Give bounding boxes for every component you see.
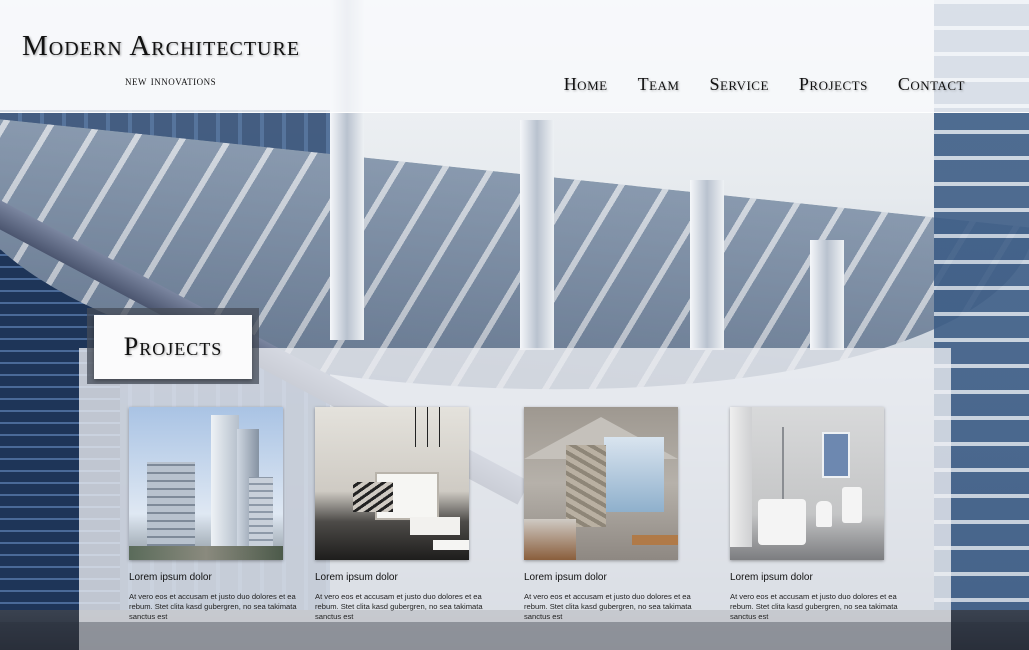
site-subtitle: new innovations: [125, 73, 217, 88]
pillar: [690, 180, 724, 350]
nav-team[interactable]: Team: [638, 74, 680, 95]
nav-contact[interactable]: Contact: [898, 74, 965, 95]
building-shape: [249, 477, 273, 553]
project-image-loft[interactable]: [315, 407, 469, 560]
shower-shape: [782, 427, 784, 499]
project-title[interactable]: Lorem ipsum dolor: [129, 572, 307, 583]
project-title[interactable]: Lorem ipsum dolor: [524, 572, 702, 583]
table-shape: [433, 540, 469, 550]
project-image-towers[interactable]: [129, 407, 283, 560]
sink-shape: [842, 487, 862, 523]
section-heading: Projects: [94, 315, 252, 379]
project-card: Lorem ipsum dolor At vero eos et accusam…: [524, 407, 702, 622]
lamp-shape: [415, 407, 416, 447]
footer-strip: [0, 622, 1029, 650]
project-title[interactable]: Lorem ipsum dolor: [730, 572, 908, 583]
nav-service[interactable]: Service: [709, 74, 768, 95]
project-description: At vero eos et accusam et justo duo dolo…: [315, 592, 483, 621]
project-description: At vero eos et accusam et justo duo dolo…: [524, 592, 692, 621]
building-shape: [211, 415, 239, 553]
stone-wall-shape: [566, 445, 606, 527]
main-nav: Home Team Service Projects Contact: [564, 74, 965, 95]
counter-shape: [524, 519, 576, 560]
table-shape: [632, 535, 678, 545]
site-header: Modern Architecture new innovations Home…: [0, 0, 1029, 113]
project-title[interactable]: Lorem ipsum dolor: [315, 572, 493, 583]
pillar: [520, 120, 554, 350]
window-shape: [604, 437, 664, 512]
lamp-shape: [427, 407, 428, 447]
staircase-shape: [353, 482, 393, 512]
nav-projects[interactable]: Projects: [799, 74, 868, 95]
pillar: [810, 240, 844, 350]
mirror-shape: [822, 432, 850, 478]
project-cards: Lorem ipsum dolor At vero eos et accusam…: [129, 407, 949, 637]
project-description: At vero eos et accusam et justo duo dolo…: [129, 592, 297, 621]
bathtub-shape: [758, 499, 806, 545]
project-description: At vero eos et accusam et justo duo dolo…: [730, 592, 898, 621]
toilet-shape: [816, 501, 832, 527]
site-title[interactable]: Modern Architecture: [22, 30, 300, 63]
sofa-shape: [410, 517, 460, 535]
project-card: Lorem ipsum dolor At vero eos et accusam…: [730, 407, 908, 622]
ground-shape: [129, 546, 283, 560]
project-image-kitchen[interactable]: [524, 407, 678, 560]
project-card: Lorem ipsum dolor At vero eos et accusam…: [315, 407, 493, 622]
building-shape: [147, 462, 195, 552]
nav-home[interactable]: Home: [564, 74, 608, 95]
project-card: Lorem ipsum dolor At vero eos et accusam…: [129, 407, 307, 622]
cabinet-shape: [730, 407, 752, 547]
project-image-bathroom[interactable]: [730, 407, 884, 560]
lamp-shape: [439, 407, 440, 447]
